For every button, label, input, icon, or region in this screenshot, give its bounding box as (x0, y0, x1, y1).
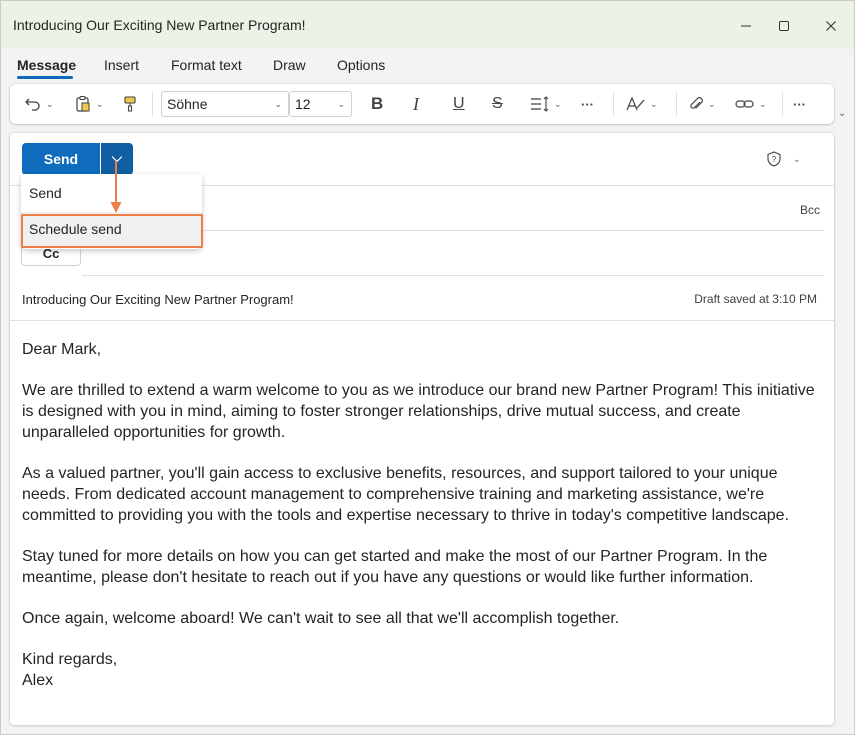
text-editor-icon (626, 96, 645, 111)
chevron-down-icon: ⌄ (650, 98, 658, 109)
bcc-button[interactable]: Bcc (800, 203, 820, 217)
strikethrough-icon: S (492, 95, 503, 112)
insert-link-button[interactable]: ⌄ (735, 93, 767, 115)
font-size-select[interactable]: 12 ⌄ (289, 91, 352, 117)
line-spacing-icon (531, 96, 549, 112)
svg-text:?: ? (772, 155, 777, 164)
send-button[interactable]: Send (22, 143, 100, 175)
close-button[interactable] (811, 13, 851, 39)
chevron-down-icon: ⌄ (554, 98, 562, 109)
minimize-button[interactable] (726, 13, 766, 39)
subject-field[interactable]: Introducing Our Exciting New Partner Pro… (22, 292, 294, 307)
format-painter-icon (124, 96, 136, 112)
paste-button[interactable]: ⌄ (74, 93, 104, 115)
chevron-down-icon: ⌄ (708, 98, 716, 109)
close-icon (826, 21, 836, 31)
tab-insert[interactable]: Insert (104, 57, 139, 73)
chevron-down-icon[interactable]: ⌄ (793, 154, 801, 165)
bold-button[interactable]: B (371, 93, 383, 115)
active-tab-indicator (17, 76, 73, 79)
greeting: Dear Mark, (22, 341, 102, 358)
chevron-down-icon: ⌄ (274, 99, 282, 109)
ribbon-expand-chevron-icon[interactable]: ⌄ (838, 108, 846, 119)
undo-button[interactable]: ⌄ (24, 93, 54, 115)
title-bar: Introducing Our Exciting New Partner Pro… (1, 1, 854, 49)
window-title: Introducing Our Exciting New Partner Pro… (13, 17, 306, 33)
signature: Alex (22, 672, 54, 689)
divider (10, 320, 834, 321)
chevron-down-icon: ⌄ (337, 99, 345, 109)
minimize-icon (741, 25, 751, 27)
strikethrough-button[interactable]: S (492, 93, 503, 115)
attach-file-button[interactable]: ⌄ (688, 93, 716, 115)
highlight-annotation-box (21, 214, 203, 248)
chevron-down-icon: ⌄ (96, 98, 104, 109)
maximize-icon (779, 21, 789, 31)
italic-icon: I (413, 93, 419, 114)
divider (782, 92, 783, 116)
tab-draw[interactable]: Draw (273, 57, 306, 73)
chevron-down-icon: ⌄ (46, 98, 54, 109)
ribbon-toolbar: ⌄ ⌄ Söhne ⌄ 12 ⌄ B I U S ⌄ ··· ⌄ ⌄ ⌄ ··· (10, 84, 834, 124)
body-paragraph: Once again, welcome aboard! We can't wai… (22, 610, 620, 627)
bold-icon: B (371, 94, 384, 113)
chevron-down-icon: ⌄ (759, 98, 767, 109)
more-format-button[interactable]: ··· (581, 93, 594, 115)
font-name-select[interactable]: Söhne ⌄ (161, 91, 289, 117)
divider (152, 92, 153, 116)
clipboard-icon (76, 95, 90, 112)
more-options-button[interactable]: ··· (793, 93, 806, 115)
body-paragraph: Stay tuned for more details on how you c… (22, 548, 768, 586)
divider (613, 92, 614, 116)
underline-button[interactable]: U (453, 93, 465, 115)
email-compose-window: Introducing Our Exciting New Partner Pro… (0, 0, 855, 735)
tab-options[interactable]: Options (337, 57, 385, 73)
more-icon: ··· (793, 96, 806, 112)
annotation-arrow-icon (110, 161, 122, 213)
link-icon (735, 100, 754, 108)
paperclip-icon (690, 97, 703, 109)
ribbon-tabs: Message Insert Format text Draw Options (1, 49, 854, 82)
undo-icon (25, 98, 40, 111)
font-size-value: 12 (295, 96, 311, 112)
line-spacing-button[interactable]: ⌄ (530, 93, 562, 115)
underline-icon: U (453, 95, 465, 112)
body-paragraph: As a valued partner, you'll gain access … (22, 465, 790, 524)
font-name-value: Söhne (167, 96, 208, 112)
divider (676, 92, 677, 116)
italic-button[interactable]: I (413, 93, 419, 115)
editor-button[interactable]: ⌄ (626, 93, 658, 115)
sensitivity-shield-icon[interactable]: ? (766, 151, 782, 167)
closing: Kind regards, Alex (22, 649, 822, 691)
draft-status: Draft saved at 3:10 PM (694, 292, 817, 306)
closing-line: Kind regards, (22, 651, 118, 668)
message-body[interactable]: Dear Mark, We are thrilled to extend a w… (22, 339, 822, 691)
more-icon: ··· (581, 96, 594, 112)
body-paragraph: We are thrilled to extend a warm welcome… (22, 382, 815, 441)
maximize-button[interactable] (764, 13, 804, 39)
tab-message[interactable]: Message (17, 57, 76, 73)
format-painter-button[interactable] (122, 93, 138, 115)
tab-format-text[interactable]: Format text (171, 57, 242, 73)
divider (82, 275, 824, 276)
